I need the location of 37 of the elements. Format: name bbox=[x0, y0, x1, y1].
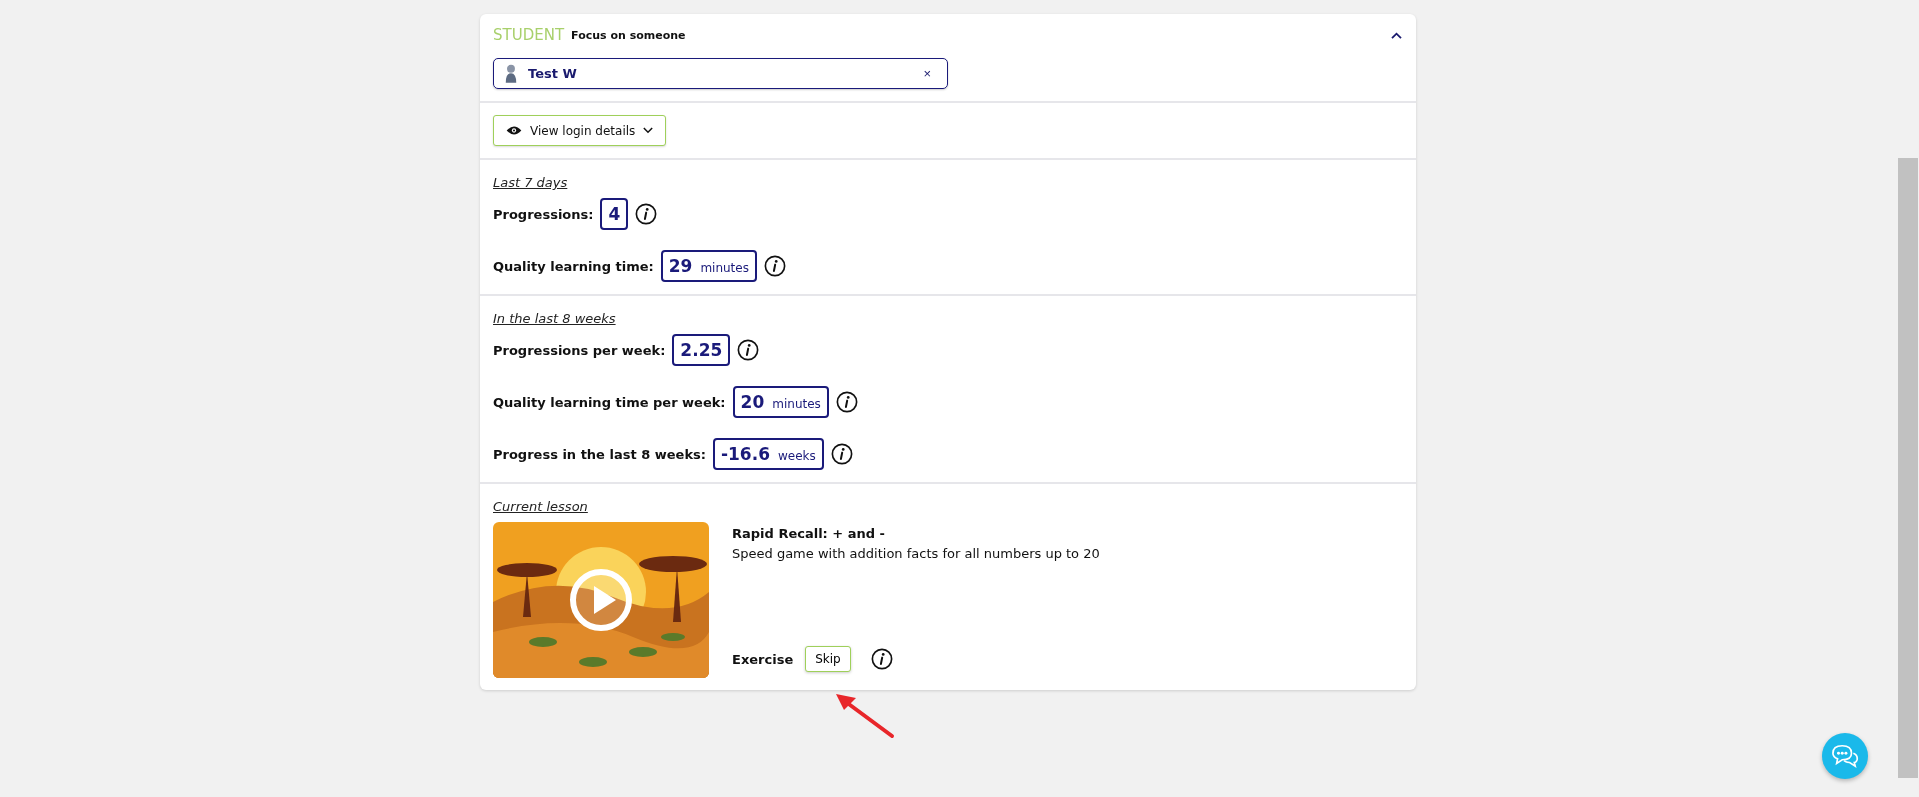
info-icon[interactable] bbox=[870, 648, 893, 670]
stat-label: Progress in the last 8 weeks: bbox=[493, 446, 706, 462]
student-select-field[interactable]: Test W × bbox=[493, 58, 948, 89]
stat-label: Progressions: bbox=[493, 206, 594, 222]
caret-icon bbox=[643, 127, 654, 134]
lesson-description: Speed game with addition facts for all numbers up to 20 bbox=[732, 546, 1100, 561]
section-heading: In the last 8 weeks bbox=[493, 311, 616, 326]
section-heading: Current lesson bbox=[493, 499, 588, 514]
stat-value: 29 minutes bbox=[660, 250, 757, 282]
annotation-arrow bbox=[834, 692, 896, 740]
info-icon[interactable] bbox=[635, 203, 658, 225]
stat-label: Progressions per week: bbox=[493, 342, 666, 358]
info-icon[interactable] bbox=[835, 391, 858, 413]
stat-label: Quality learning time: bbox=[493, 258, 654, 274]
stat-value: 20 minutes bbox=[732, 386, 829, 418]
stat-value: 2.25 bbox=[672, 334, 731, 366]
scrollbar-thumb[interactable] bbox=[1898, 158, 1918, 778]
view-login-button[interactable]: View login details bbox=[493, 115, 667, 146]
avatar-icon bbox=[504, 63, 518, 84]
clear-button[interactable]: × bbox=[917, 65, 937, 82]
stat-label: Quality learning time per week: bbox=[493, 394, 726, 410]
selected-student: Test W bbox=[528, 66, 577, 81]
chat-icon bbox=[1830, 743, 1860, 769]
info-icon[interactable] bbox=[763, 255, 786, 277]
lesson-title: Rapid Recall: + and - bbox=[732, 526, 886, 541]
info-icon[interactable] bbox=[737, 339, 760, 361]
eye-icon bbox=[506, 125, 522, 136]
stat-value: -16.6 weeks bbox=[712, 438, 824, 470]
focus-caption: Focus on someone bbox=[571, 28, 686, 42]
info-icon[interactable] bbox=[830, 443, 853, 465]
student-label: STUDENT bbox=[493, 26, 565, 44]
lesson-type: Exercise bbox=[732, 651, 794, 667]
section-heading: Last 7 days bbox=[493, 175, 568, 190]
play-button[interactable] bbox=[569, 568, 633, 632]
skip-button[interactable]: Skip bbox=[805, 646, 851, 672]
collapse-button[interactable] bbox=[1390, 30, 1403, 40]
stat-value: 4 bbox=[600, 198, 629, 230]
